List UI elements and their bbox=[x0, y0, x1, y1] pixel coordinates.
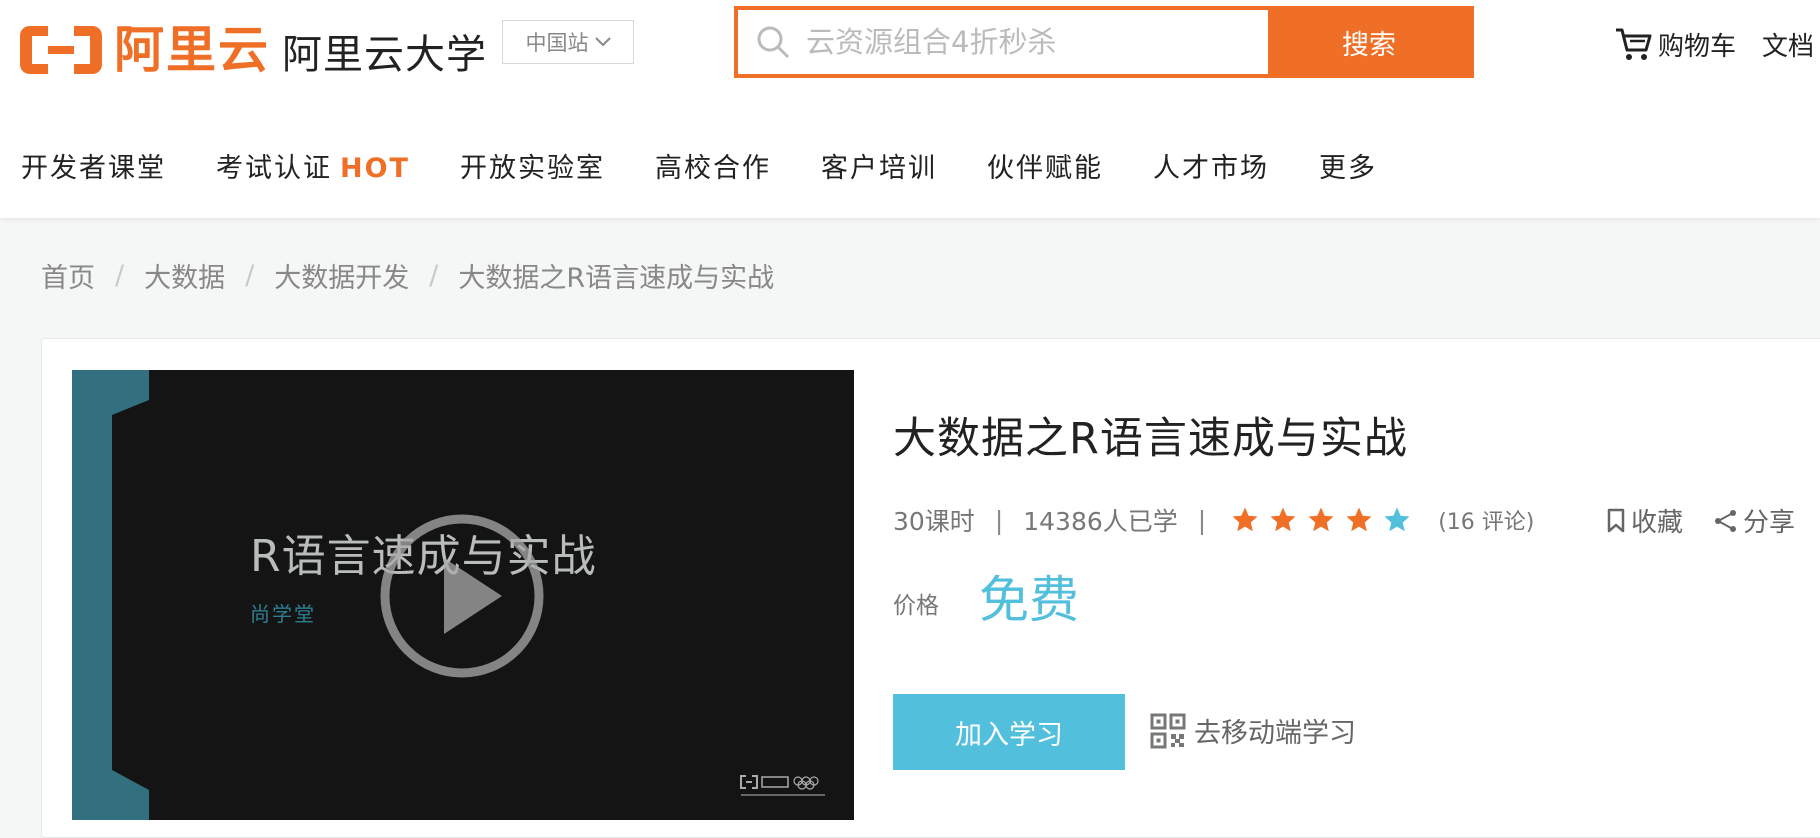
video-subtitle: 尚学堂 bbox=[250, 602, 316, 626]
breadcrumb: 首页 / 大数据 / 大数据开发 / 大数据之R语言速成与实战 bbox=[41, 256, 774, 295]
cart-label: 购物车 bbox=[1657, 31, 1736, 62]
star-icon bbox=[1232, 507, 1258, 532]
star-icon bbox=[1308, 507, 1334, 532]
search-field bbox=[738, 10, 1268, 74]
breadcrumb-separator: / bbox=[429, 260, 439, 291]
favorite-button[interactable]: 收藏 bbox=[1605, 502, 1683, 539]
course-actions: 收藏 分享 bbox=[1605, 502, 1795, 539]
share-label: 分享 bbox=[1743, 508, 1796, 538]
docs-link[interactable]: 文档 bbox=[1762, 26, 1814, 63]
course-meta: 30课时 | 14386人已学 | (16 评论) bbox=[893, 502, 1534, 538]
meta-separator: | bbox=[994, 505, 1004, 535]
join-study-button[interactable]: 加入学习 bbox=[893, 694, 1125, 770]
nav-item-talent-market[interactable]: 人才市场 bbox=[1153, 146, 1269, 185]
region-label: 中国站 bbox=[525, 31, 589, 55]
breadcrumb-home[interactable]: 首页 bbox=[41, 256, 95, 295]
breadcrumb-big-data[interactable]: 大数据 bbox=[144, 256, 225, 295]
cart-icon bbox=[1615, 28, 1652, 60]
rating-stars bbox=[1230, 505, 1412, 535]
nav-label: 开放实验室 bbox=[459, 152, 605, 184]
search-icon bbox=[757, 26, 790, 59]
star-icon bbox=[1346, 507, 1372, 532]
nav-label: 客户培训 bbox=[820, 152, 937, 184]
course-title: 大数据之R语言速成与实战 bbox=[893, 414, 1408, 464]
chevron-down-icon bbox=[594, 37, 611, 47]
site-header: 阿里云 阿里云大学 中国站 搜索 购物车 文档 bbox=[0, 0, 1820, 218]
play-icon[interactable] bbox=[378, 512, 546, 680]
review-count[interactable]: (16 评论) bbox=[1438, 504, 1534, 536]
star-icon bbox=[1270, 507, 1296, 532]
price-value: 免费 bbox=[979, 571, 1079, 629]
mobile-study-link[interactable]: 去移动端学习 bbox=[1150, 711, 1356, 750]
breadcrumb-separator: / bbox=[115, 260, 125, 291]
star-icon bbox=[1384, 507, 1410, 532]
price-label: 价格 bbox=[893, 593, 939, 619]
breadcrumb-current: 大数据之R语言速成与实战 bbox=[458, 263, 775, 294]
lesson-count: 30课时 bbox=[893, 507, 975, 536]
search-button[interactable]: 搜索 bbox=[1268, 10, 1470, 74]
video-player[interactable]: R语言速成与实战 尚学堂 bbox=[72, 370, 854, 820]
logo[interactable]: 阿里云 bbox=[18, 20, 270, 80]
header-utilities: 购物车 文档 bbox=[1614, 22, 1820, 66]
bookmark-icon bbox=[1607, 508, 1625, 532]
nav-item-open-lab[interactable]: 开放实验室 bbox=[460, 146, 605, 185]
nav-item-more[interactable]: 更多 bbox=[1319, 146, 1377, 185]
nav-label: 伙伴赋能 bbox=[986, 152, 1103, 184]
nav-label: 高校合作 bbox=[654, 152, 771, 184]
nav-item-developer-class[interactable]: 开发者课堂 bbox=[21, 146, 166, 185]
site-name[interactable]: 阿里云大学 bbox=[282, 27, 487, 83]
main-nav: 开发者课堂 考试认证 HOT 开放实验室 高校合作 客户培训 伙伴赋能 人才市场 … bbox=[0, 140, 1406, 190]
favorite-label: 收藏 bbox=[1631, 508, 1684, 538]
nav-item-customer-training[interactable]: 客户培训 bbox=[821, 146, 937, 185]
nav-label: 更多 bbox=[1318, 152, 1377, 184]
logo-text: 阿里云 bbox=[114, 21, 270, 79]
search-input[interactable] bbox=[806, 12, 1268, 72]
share-icon bbox=[1715, 509, 1737, 532]
cart-link[interactable]: 购物车 bbox=[1614, 26, 1736, 63]
video-watermark-logo bbox=[740, 775, 825, 796]
aliyun-logo-icon bbox=[20, 26, 102, 74]
share-button[interactable]: 分享 bbox=[1713, 502, 1795, 539]
nav-label: 考试认证 bbox=[216, 152, 332, 184]
breadcrumb-big-data-dev[interactable]: 大数据开发 bbox=[274, 256, 409, 295]
meta-separator: | bbox=[1197, 505, 1207, 535]
qr-code-icon bbox=[1150, 713, 1186, 748]
nav-item-partner[interactable]: 伙伴赋能 bbox=[987, 146, 1103, 185]
nav-item-certification[interactable]: 考试认证 HOT bbox=[216, 146, 410, 185]
nav-item-university[interactable]: 高校合作 bbox=[655, 146, 771, 185]
price-row: 价格 免费 bbox=[893, 560, 1079, 632]
region-selector[interactable]: 中国站 bbox=[502, 20, 634, 64]
hot-badge: HOT bbox=[340, 152, 410, 184]
mobile-study-label: 去移动端学习 bbox=[1194, 718, 1356, 749]
search-box: 搜索 bbox=[734, 6, 1474, 78]
learner-count: 14386人已学 bbox=[1023, 507, 1178, 536]
breadcrumb-separator: / bbox=[245, 260, 255, 291]
nav-label: 开发者课堂 bbox=[21, 152, 166, 184]
nav-label: 人才市场 bbox=[1152, 152, 1269, 184]
